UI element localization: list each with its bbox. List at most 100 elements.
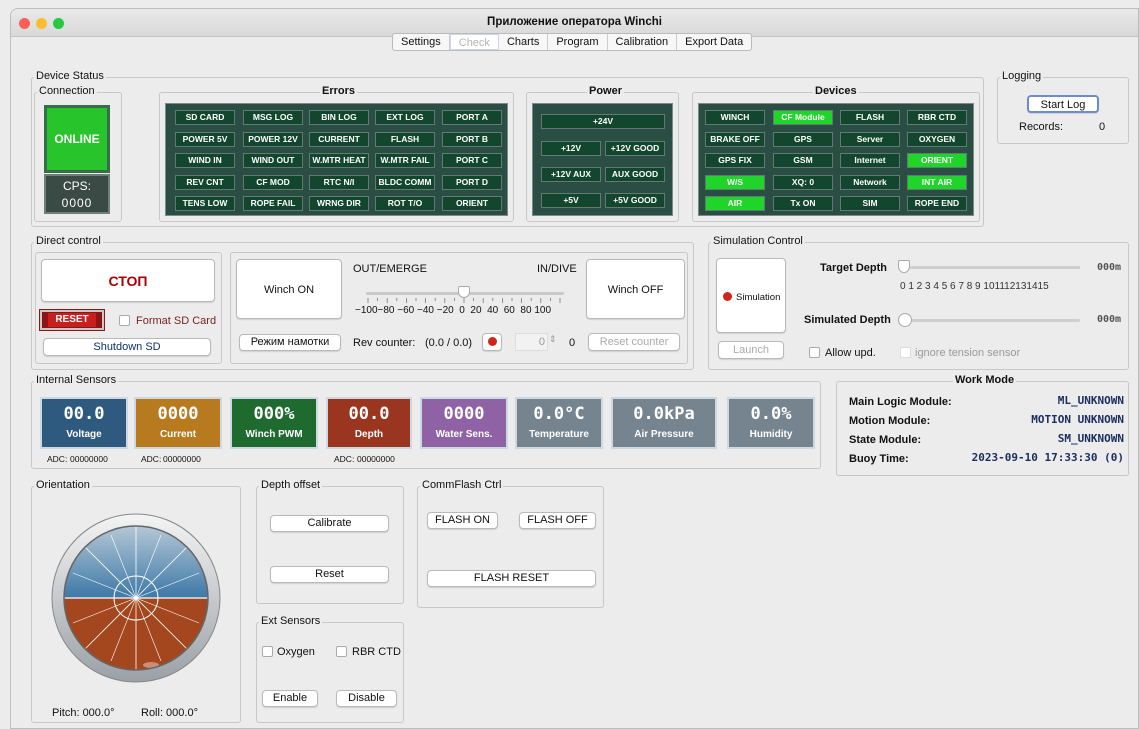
launch-button[interactable]: Launch: [718, 341, 784, 359]
allow-upd-checkbox[interactable]: [809, 347, 820, 358]
rbr-ctd-checkbox[interactable]: [336, 646, 347, 657]
target-depth-ticks: 0 1 2 3 4 5 6 7 8 9 101112131415: [900, 281, 1049, 292]
adc-depth-value: 00000000: [357, 454, 395, 464]
device-indicator: Tx ON: [773, 196, 833, 211]
sensor-label: Current: [159, 429, 197, 440]
winch-slider-thumb[interactable]: [458, 286, 470, 298]
ext-sensors-title: Ext Sensors: [259, 615, 323, 627]
ignore-tension-checkbox[interactable]: [900, 347, 911, 358]
rev-counter-indicator[interactable]: [482, 333, 502, 351]
red-dot-icon: [723, 292, 732, 301]
error-indicator: ORIENT: [442, 196, 502, 211]
simulated-depth-slider[interactable]: [900, 319, 1080, 322]
work-mode-key: State Module:: [849, 434, 922, 446]
simulated-depth-thumb[interactable]: [898, 313, 912, 327]
work-mode-value: SM_UNKNOWN: [1057, 432, 1124, 445]
reset-button-label: RESET: [48, 313, 96, 327]
device-indicator: W/S: [705, 174, 765, 190]
error-indicator: PORT B: [442, 131, 502, 147]
rev-spinner-input[interactable]: 0: [515, 333, 548, 351]
calibrate-button[interactable]: Calibrate: [270, 515, 389, 532]
adc-voltage-value: 00000000: [70, 454, 108, 464]
device-indicator: INT AIR: [907, 174, 967, 190]
tab-check[interactable]: Check: [449, 34, 499, 50]
adc-current-label: ADC:: [141, 454, 162, 464]
rev-spinner-value: 0: [569, 337, 576, 349]
device-indicator: Internet: [840, 153, 900, 168]
online-indicator: ONLINE: [44, 105, 110, 173]
stop-button[interactable]: СТОП: [41, 259, 215, 302]
device-indicator: FLASH: [840, 110, 900, 125]
adc-depth-label: ADC:: [334, 454, 355, 464]
spinner-arrows-icon[interactable]: ⇕: [549, 334, 557, 345]
device-indicator: SIM: [840, 196, 900, 211]
shutdown-sd-button[interactable]: Shutdown SD: [43, 338, 211, 356]
rev-counter-value: (0.0 / 0.0): [425, 337, 473, 349]
sensor-label: Depth: [354, 429, 384, 440]
error-indicator: PORT A: [442, 110, 502, 125]
winch-off-button[interactable]: Winch OFF: [586, 259, 685, 319]
winch-on-button[interactable]: Winch ON: [236, 259, 342, 319]
commflash-title: CommFlash Ctrl: [420, 479, 504, 491]
sensor-value: 000%: [253, 404, 295, 424]
error-indicator: WIND OUT: [243, 153, 303, 168]
target-depth-value: 000m: [1097, 262, 1122, 273]
cps-display: CPS: 0000: [44, 174, 110, 214]
flash-reset-button[interactable]: FLASH RESET: [427, 570, 596, 587]
device-indicator: RBR CTD: [907, 110, 967, 125]
error-indicator: POWER 12V: [243, 131, 303, 147]
records-label: Records:: [1019, 121, 1064, 133]
power-indicator: +12V GOOD: [605, 141, 665, 156]
flash-off-button[interactable]: FLASH OFF: [519, 512, 596, 529]
winding-mode-button[interactable]: Режим намотки: [239, 334, 341, 351]
errors-title: Errors: [320, 85, 358, 97]
device-indicator: AIR: [705, 196, 765, 211]
sensor-value: 0000: [157, 404, 199, 424]
error-indicator: WIND IN: [175, 153, 235, 168]
allow-upd-label: Allow upd.: [825, 347, 876, 359]
work-mode-value: MOTION UNKNOWN: [1031, 413, 1124, 426]
format-sd-checkbox[interactable]: [119, 315, 130, 326]
start-log-button[interactable]: Start Log: [1027, 95, 1099, 113]
device-indicator: XQ: 0: [773, 174, 833, 190]
device-indicator: Server: [840, 131, 900, 147]
reset-counter-button[interactable]: Reset counter: [588, 333, 680, 351]
oxygen-checkbox[interactable]: [262, 646, 273, 657]
sensor-tile: 0000 Current: [134, 397, 222, 449]
tab-settings[interactable]: Settings: [393, 34, 450, 50]
sensor-tile: 00.0 Depth: [326, 397, 412, 449]
sensor-label: Winch PWM: [245, 429, 303, 440]
error-indicator: CF MOD: [243, 174, 303, 190]
sensor-tile: 0.0% Humidity: [727, 397, 815, 449]
rev-counter-label: Rev counter:: [353, 337, 416, 349]
tab-export-data[interactable]: Export Data: [677, 34, 751, 50]
cps-value: 0000: [61, 196, 93, 210]
error-indicator: RTC N/I: [309, 174, 369, 190]
tab-program[interactable]: Program: [548, 34, 608, 50]
attitude-indicator: [51, 513, 221, 683]
depth-reset-button[interactable]: Reset: [270, 566, 389, 583]
error-indicator: ROPE FAIL: [243, 196, 303, 211]
error-indicator: SD CARD: [175, 110, 235, 125]
tab-bar: Settings Check Charts Program Calibratio…: [392, 33, 753, 51]
simulated-depth-value: 000m: [1097, 314, 1122, 325]
tab-charts[interactable]: Charts: [499, 34, 549, 50]
target-depth-slider[interactable]: [898, 266, 1080, 269]
disable-button[interactable]: Disable: [336, 690, 397, 707]
device-indicator: GSM: [773, 153, 833, 168]
power-grid: +24V +12V +12V GOOD +12V AUX AUX GOOD +5…: [532, 103, 673, 216]
tab-calibration[interactable]: Calibration: [608, 34, 678, 50]
simulation-button[interactable]: Simulation: [716, 258, 786, 333]
reset-button[interactable]: RESET: [39, 309, 105, 331]
error-indicator: CURRENT: [309, 131, 369, 147]
winch-slider-ticks: [367, 298, 561, 303]
sensor-value: 00.0: [348, 404, 390, 424]
target-depth-thumb[interactable]: [898, 260, 910, 273]
work-mode-key: Main Logic Module:: [849, 396, 952, 408]
enable-button[interactable]: Enable: [262, 690, 318, 707]
flash-on-button[interactable]: FLASH ON: [427, 512, 498, 529]
error-indicator: PORT C: [442, 153, 502, 168]
device-indicator: OXYGEN: [907, 131, 967, 147]
error-indicator: TENS LOW: [175, 196, 235, 211]
device-status-title: Device Status: [34, 70, 106, 82]
